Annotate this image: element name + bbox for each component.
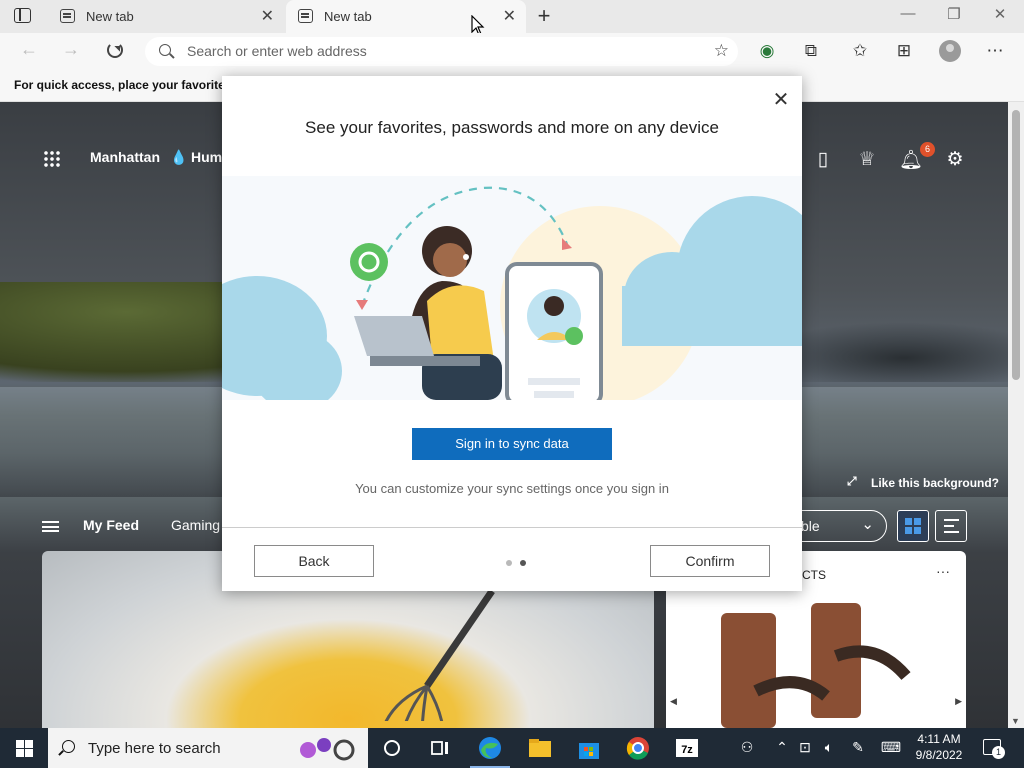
address-input[interactable]: Search or enter web address	[187, 43, 367, 59]
clock-date[interactable]: 9/8/2022	[912, 748, 966, 762]
clock-time[interactable]: 4:11 AM	[912, 732, 966, 746]
close-tab-icon[interactable]: ✕	[503, 6, 516, 26]
dialog-title: See your favorites, passwords and more o…	[305, 118, 719, 137]
close-tab-icon[interactable]: ✕	[261, 6, 274, 26]
tab-new-tab-1[interactable]: New tab ✕	[48, 0, 284, 33]
feed-menu-icon[interactable]	[42, 521, 59, 532]
refresh-icon[interactable]	[107, 42, 123, 58]
expand-icon: ⤢	[847, 474, 857, 488]
touch-keyboard-icon[interactable]: ⌨	[878, 739, 904, 756]
restore-icon[interactable]: ❐	[944, 5, 964, 23]
feed-tab-my-feed[interactable]: My Feed	[83, 517, 139, 533]
page-scrollbar[interactable]: ▼	[1008, 102, 1024, 728]
notification-badge: 6	[920, 142, 935, 157]
tab-new-tab-2[interactable]: New tab ✕	[286, 0, 526, 33]
add-favorite-icon[interactable]: ☆	[714, 41, 729, 61]
store-icon[interactable]	[575, 734, 603, 762]
taskbar-search-placeholder: Type here to search	[88, 740, 221, 757]
apps-grid-icon[interactable]	[43, 150, 61, 168]
sync-dialog: ✕ See your favorites, passwords and more…	[222, 76, 802, 591]
network-icon[interactable]: ⊡	[796, 739, 814, 756]
weather-label[interactable]: Hum	[191, 149, 222, 165]
pen-workspace-icon[interactable]: ✎	[849, 739, 867, 756]
dialog-divider	[222, 527, 802, 528]
grid-view-button[interactable]	[897, 510, 929, 542]
chrome-icon[interactable]	[624, 734, 652, 762]
extensions-puzzle-icon[interactable]: ⧉	[800, 41, 822, 61]
windows-start-icon[interactable]	[16, 740, 33, 757]
7zip-icon[interactable]: 7z	[673, 734, 701, 762]
page-dot	[506, 560, 512, 566]
card-category-label: CTS	[802, 568, 826, 582]
back-button[interactable]: Back	[254, 545, 374, 577]
page-settings-gear-icon[interactable]: ⚙	[943, 148, 967, 171]
cortana-icon[interactable]	[378, 734, 406, 762]
location-label[interactable]: Manhattan	[90, 149, 160, 165]
confirm-button[interactable]: Confirm	[650, 545, 770, 577]
svg-text:7z: 7z	[681, 744, 693, 756]
rewards-icon[interactable]: ♕	[855, 148, 879, 171]
sign-in-to-sync-button[interactable]: Sign in to sync data	[412, 428, 612, 460]
file-explorer-icon[interactable]	[526, 734, 554, 762]
list-view-button[interactable]	[935, 510, 967, 542]
show-hidden-icons-icon[interactable]: ⌃	[773, 739, 791, 756]
tab-title: New tab	[86, 9, 134, 24]
window-close-icon[interactable]: ✕	[990, 5, 1010, 23]
tab-actions-menu-icon[interactable]	[14, 8, 31, 23]
volume-icon[interactable]: 🔈︎	[820, 739, 838, 756]
minimize-icon[interactable]: —	[898, 5, 918, 22]
feed-tab-gaming[interactable]: Gaming	[171, 517, 220, 533]
favorites-icon[interactable]: ✩	[849, 41, 871, 61]
like-background-link[interactable]: Like this background?	[871, 476, 999, 490]
scroll-down-icon[interactable]: ▼	[1011, 716, 1020, 726]
favorites-bar-hint: For quick access, place your favorites h	[14, 78, 243, 92]
tab-strip: New tab ✕ New tab ✕ + — ❐ ✕	[0, 0, 1024, 36]
people-icon[interactable]: ⚇	[738, 739, 756, 756]
layout-select-value: ble	[801, 518, 820, 534]
tab-title: New tab	[324, 9, 372, 24]
card-more-icon[interactable]: ···	[936, 563, 950, 579]
forward-arrow-icon[interactable]: →	[62, 39, 80, 60]
task-view-icon[interactable]	[426, 734, 454, 762]
guitar-hanger-image	[721, 603, 911, 728]
collections-icon[interactable]: ⊞	[893, 41, 915, 61]
search-icon	[62, 740, 75, 753]
search-icon	[159, 44, 171, 56]
carousel-prev-icon[interactable]: ◀	[670, 696, 677, 707]
navigation-toolbar: ← → Search or enter web address ☆ ◉ ⧉ ✩ …	[0, 33, 1024, 70]
new-tab-page-icon	[298, 9, 313, 23]
extension-globe-icon[interactable]: ◉	[756, 41, 778, 61]
profile-avatar[interactable]	[939, 40, 961, 62]
windows-taskbar: Type here to search 7z ⚇ ⌃ ⊡ 🔈︎ ✎ ⌨ 4:11…	[0, 728, 1024, 768]
chevron-down-icon: ⌄	[861, 516, 874, 533]
sync-illustration	[222, 176, 802, 400]
sync-settings-note: You can customize your sync settings onc…	[355, 481, 669, 496]
humidity-icon: 💧	[170, 149, 188, 165]
new-tab-page-icon	[60, 9, 75, 23]
dialog-close-icon[interactable]: ✕	[771, 87, 791, 112]
address-bar[interactable]: Search or enter web address ☆	[145, 37, 738, 66]
settings-more-icon[interactable]: ⋯	[984, 41, 1006, 61]
whisk-image	[384, 591, 495, 721]
carousel-next-icon[interactable]: ▶	[955, 696, 962, 707]
edge-icon[interactable]	[476, 734, 504, 762]
mobile-icon[interactable]: ▯	[811, 148, 835, 171]
taskbar-search-box[interactable]: Type here to search	[48, 728, 368, 768]
action-center-badge: 1	[992, 746, 1005, 759]
page-dot-active	[520, 560, 526, 566]
scroll-thumb[interactable]	[1012, 110, 1020, 380]
back-arrow-icon[interactable]: ←	[20, 39, 38, 60]
search-highlight-icon	[300, 738, 355, 761]
new-tab-button[interactable]: +	[533, 3, 555, 29]
